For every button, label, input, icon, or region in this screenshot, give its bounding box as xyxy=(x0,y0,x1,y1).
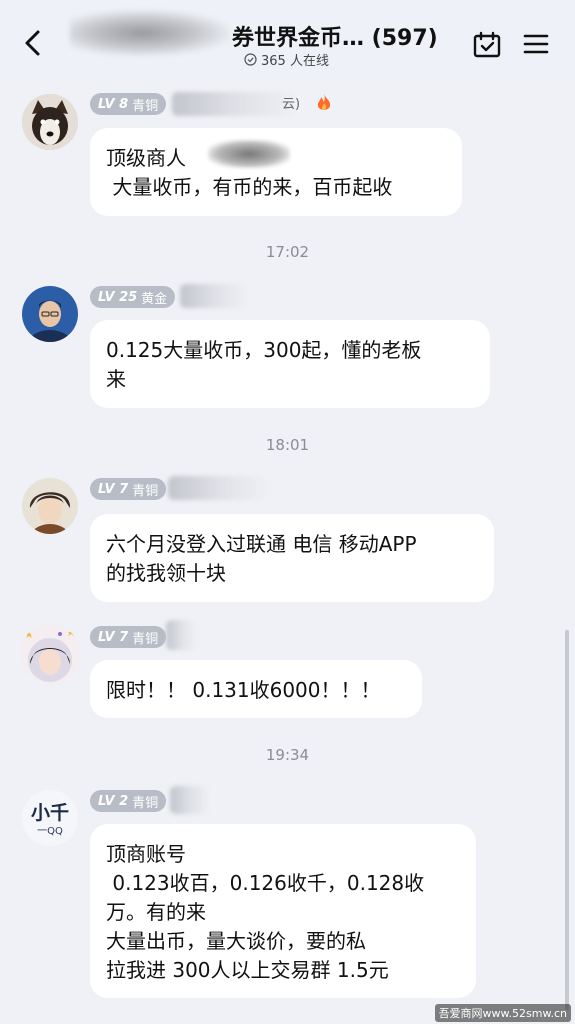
level-badge: LV 7 青铜 xyxy=(90,626,167,648)
anime-avatar-icon xyxy=(22,478,78,534)
username-suffix: 云) xyxy=(282,97,301,112)
rank-text: 黄金 xyxy=(141,291,168,307)
avatar[interactable] xyxy=(22,478,78,534)
timestamp: 17:02 xyxy=(265,243,310,261)
message-line: 来 xyxy=(106,367,126,391)
fire-icon xyxy=(317,94,331,110)
online-status: 365 人在线 xyxy=(244,50,329,69)
person-avatar-icon xyxy=(22,286,78,342)
level-text: LV 7 xyxy=(98,629,129,645)
blurred-username xyxy=(172,92,297,116)
avatar-text: 小千 xyxy=(30,802,69,824)
blurred-username xyxy=(168,476,268,500)
timestamp: 19:34 xyxy=(265,746,310,764)
level-text: LV 7 xyxy=(98,481,129,497)
message-line: 拉我进 300人以上交易群 1.5元 xyxy=(106,958,389,982)
rank-text: 青铜 xyxy=(132,795,159,811)
level-text: LV 25 xyxy=(98,289,138,305)
watermark: 吾爱商网www.52smw.cn xyxy=(434,1004,571,1022)
level-badge: LV 7 青铜 xyxy=(90,478,167,500)
group-title[interactable]: 券世界金币… (597) xyxy=(232,20,438,52)
message-line: 大量收币，有币的来，百币起收 xyxy=(106,175,393,199)
message-bubble[interactable]: 限时！！ 0.131收6000！！！ xyxy=(90,660,422,718)
scrollbar[interactable] xyxy=(565,630,569,1010)
message-line: 限时！！ 0.131收6000！！！ xyxy=(106,678,381,702)
level-text: LV 2 xyxy=(98,793,129,809)
calendar-button[interactable] xyxy=(472,30,502,60)
avatar[interactable]: 小千 一QQ xyxy=(22,790,78,846)
message-bubble[interactable]: 六个月没登入过联通 电信 移动APP 的找我领十块 xyxy=(90,514,494,602)
timestamp: 18:01 xyxy=(265,436,310,454)
message-line: 0.125大量收币，300起，懂的老板 xyxy=(106,338,422,362)
message-bubble[interactable]: 0.125大量收币，300起，懂的老板 来 xyxy=(90,320,490,408)
rank-text: 青铜 xyxy=(132,98,159,114)
back-button[interactable] xyxy=(18,28,46,58)
blurred-title-prefix xyxy=(70,10,230,56)
level-text: LV 8 xyxy=(98,96,129,112)
dog-avatar-icon xyxy=(22,94,78,150)
message-line: 六个月没登入过联通 电信 移动APP xyxy=(106,532,417,556)
level-badge: LV 25 黄金 xyxy=(90,286,176,308)
chevron-left-icon xyxy=(25,30,40,56)
rank-text: 青铜 xyxy=(132,631,159,647)
avatar-subtext: 一QQ xyxy=(37,826,63,837)
online-count: 365 人在线 xyxy=(261,54,329,69)
rank-text: 青铜 xyxy=(132,483,159,499)
message-line: 顶商账号 xyxy=(106,842,186,866)
redaction-scribble xyxy=(208,140,290,168)
message-line: 的找我领十块 xyxy=(106,561,226,585)
avatar[interactable] xyxy=(22,94,78,150)
level-badge: LV 8 青铜 xyxy=(90,93,167,115)
avatar[interactable] xyxy=(22,286,78,342)
message-line: 大量出币，量大谈价，要的私 xyxy=(106,929,366,953)
message-bubble[interactable]: 顶商账号 0.123收百，0.126收千，0.128收 万。有的来 大量出币，量… xyxy=(90,824,476,998)
message-line: 0.123收百，0.126收千，0.128收 xyxy=(106,871,425,895)
chat-header: 券世界金币… (597) 365 人在线 xyxy=(0,0,575,78)
menu-button[interactable] xyxy=(522,30,550,58)
level-badge: LV 2 青铜 xyxy=(90,790,167,812)
blurred-username xyxy=(170,786,210,814)
blurred-username xyxy=(180,284,248,308)
calendar-check-icon xyxy=(473,31,501,58)
clock-icon xyxy=(244,53,257,66)
girl-avatar-icon xyxy=(20,624,80,684)
blurred-username xyxy=(166,620,196,650)
message-line: 万。有的来 xyxy=(106,900,206,924)
hamburger-icon xyxy=(523,34,549,54)
avatar[interactable] xyxy=(20,624,80,684)
